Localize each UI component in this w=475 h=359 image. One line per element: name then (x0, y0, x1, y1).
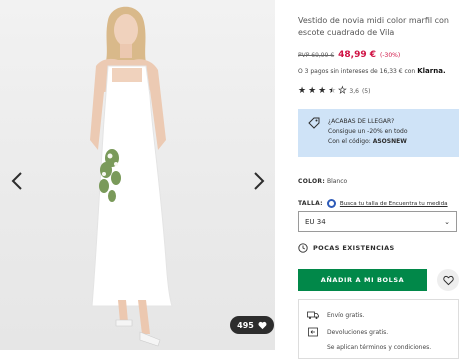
returns-text: Devoluciones gratis. (327, 328, 389, 336)
klarna-installments: O 3 pagos sin intereses de 16,33 € con K… (298, 67, 446, 75)
promo-banner: ¿ACABAS DE LLEGAR? Consigue un -20% en t… (298, 109, 459, 157)
delivery-line-shipping: Envío gratis. (307, 310, 364, 320)
add-to-bag-button[interactable]: AÑADIR A MI BOLSA (298, 269, 427, 291)
product-title: Vestido de novia midi color marfil con e… (298, 16, 449, 37)
clock-icon (298, 243, 308, 253)
promo-code-line: Con el código: ASOSNEW (328, 137, 408, 147)
price-row: PVP 69,99 € 48,99 € (-30%) (298, 50, 400, 60)
product-image-gallery[interactable]: 495 (0, 0, 275, 350)
next-image-button[interactable] (248, 170, 270, 192)
heart-outline-icon (442, 275, 454, 285)
promo-text: ¿ACABAS DE LLEGAR? Consigue un -20% en t… (328, 117, 408, 147)
fit-assistant-icon (326, 199, 336, 208)
promo-heading: ¿ACABAS DE LLEGAR? (328, 118, 395, 125)
star-empty-icon: ★ (338, 86, 347, 96)
rating-stars: ★ ★ ★ ★ ★ (298, 86, 347, 96)
klarna-text: O 3 pagos sin intereses de 16,33 € con (298, 67, 416, 75)
color-label: COLOR: (298, 178, 326, 185)
chevron-right-icon (254, 172, 265, 190)
heart-icon (258, 321, 267, 329)
color-row: COLOR: Blanco (298, 178, 347, 185)
size-row: TALLA: Busca tu talla de Encuentra tu me… (298, 199, 463, 208)
stock-status: POCAS EXISTENCIAS (298, 243, 395, 253)
size-select[interactable]: EU 34 ⌄ (298, 211, 457, 232)
saved-count-badge[interactable]: 495 (230, 316, 274, 334)
color-value: Blanco (326, 178, 348, 185)
size-label: TALLA: (298, 200, 323, 207)
tag-icon (308, 117, 320, 129)
delivery-line-returns: Devoluciones gratis. (307, 327, 388, 337)
discount-percent: (-30%) (380, 52, 401, 59)
delivery-info-box: Envío gratis. Devoluciones gratis. Se ap… (298, 299, 459, 359)
product-details-panel: Vestido de novia midi color marfil con e… (298, 0, 463, 359)
saved-count: 495 (237, 320, 254, 330)
truck-icon (307, 311, 319, 319)
stock-label: POCAS EXISTENCIAS (313, 244, 395, 252)
chevron-left-icon (11, 172, 22, 190)
star-full-icon: ★ (318, 86, 327, 96)
prev-image-button[interactable] (6, 170, 28, 192)
chevron-down-icon: ⌄ (444, 217, 450, 226)
klarna-logo: Klarna. (417, 67, 446, 75)
size-selected-value: EU 34 (305, 217, 326, 226)
promo-offer: Consigue un -20% en todo (328, 128, 408, 135)
returns-icon (308, 327, 318, 337)
size-finder-link[interactable]: Busca tu talla de Encuentra tu medida (340, 201, 448, 207)
star-half-icon: ★ (328, 86, 337, 96)
product-image (90, 6, 173, 347)
star-full-icon: ★ (298, 86, 307, 96)
shipping-text: Envío gratis. (327, 311, 365, 319)
promo-code: ASOSNEW (372, 138, 407, 145)
save-for-later-button[interactable] (437, 269, 459, 291)
sale-price: 48,99 € (338, 50, 377, 60)
star-full-icon: ★ (308, 86, 317, 96)
product-rating[interactable]: ★ ★ ★ ★ ★ 3,6 (5) (298, 86, 371, 96)
original-price: PVP 69,99 € (298, 52, 335, 59)
rating-value: 3,6 (349, 88, 359, 95)
rating-count: (5) (361, 88, 371, 95)
promo-code-prefix: Con el código: (328, 138, 371, 145)
